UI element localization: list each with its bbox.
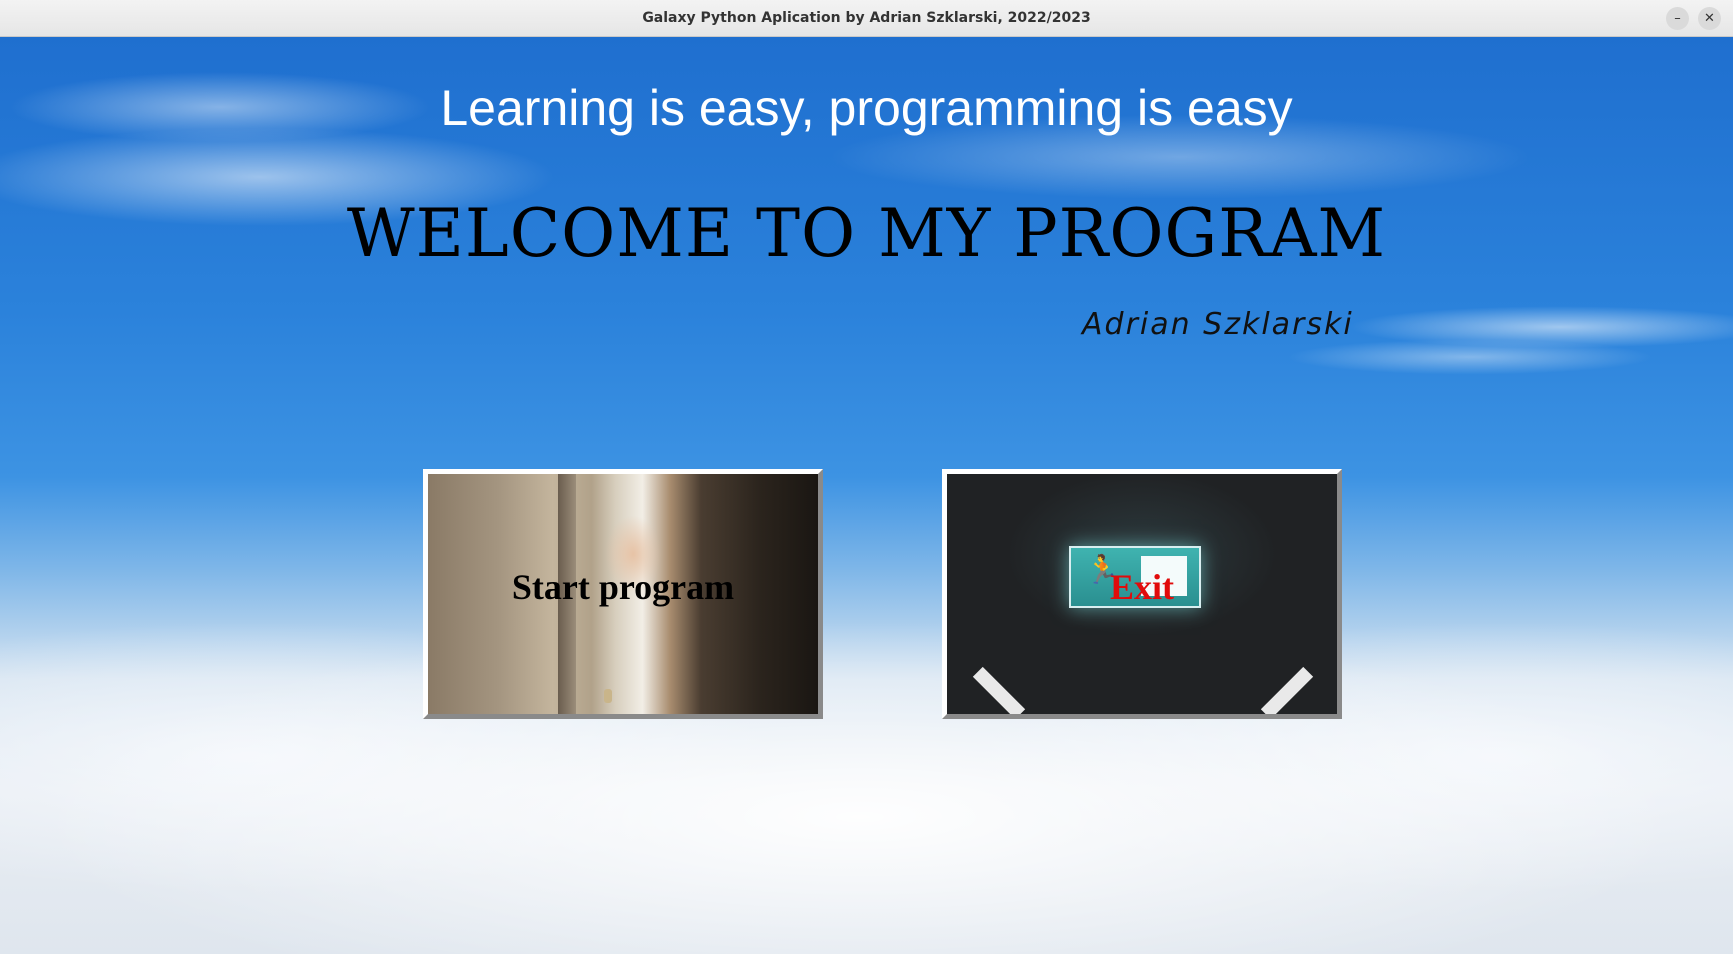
start-program-button[interactable]: Start program [423,469,823,719]
start-program-label: Start program [511,567,735,607]
sky-background: Learning is easy, programming is easy WE… [0,37,1733,954]
minimize-button[interactable]: – [1666,7,1689,30]
title-bar[interactable]: Galaxy Python Aplication by Adrian Szkla… [0,0,1733,37]
floor-stripe-right [1260,666,1314,714]
welcome-heading: WELCOME TO MY PROGRAM [346,195,1387,272]
exit-label: Exit [1109,567,1174,607]
app-window: Galaxy Python Aplication by Adrian Szkla… [0,0,1733,954]
minimize-icon: – [1674,11,1681,26]
window-title: Galaxy Python Aplication by Adrian Szkla… [642,10,1091,26]
door-knob [604,689,612,703]
close-icon: ✕ [1704,11,1715,26]
tagline-text: Learning is easy, programming is easy [440,80,1293,136]
floor-stripe-left [972,666,1026,714]
close-button[interactable]: ✕ [1698,7,1721,30]
author-signature: Adrian Szklarski [1082,307,1354,342]
exit-button[interactable]: 🏃 Exit [942,469,1342,719]
